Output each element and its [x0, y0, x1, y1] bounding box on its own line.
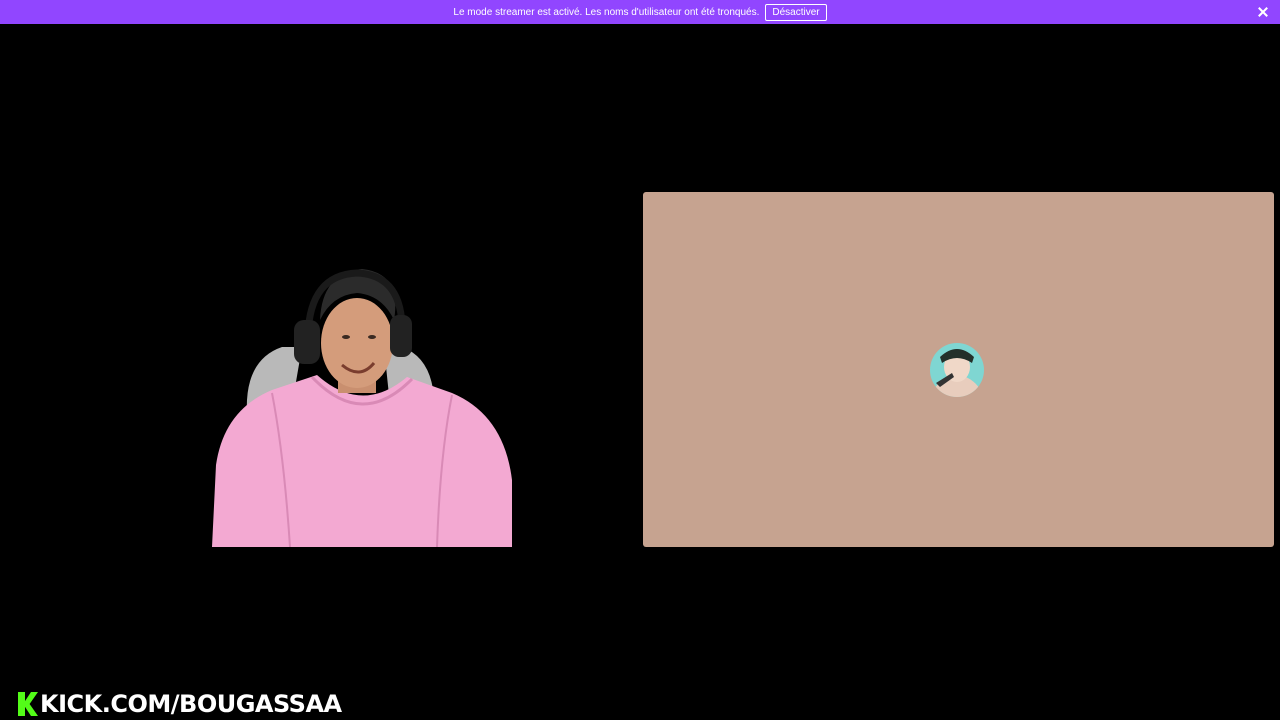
close-icon[interactable]: [1256, 5, 1270, 19]
banner-message: Le mode streamer est activé. Les noms d'…: [453, 6, 760, 18]
avatar: [930, 343, 984, 397]
screen-share-panel: [643, 192, 1274, 547]
streamer-mode-banner: Le mode streamer est activé. Les noms d'…: [0, 0, 1280, 24]
watermark-text: KICK.COM/BOUGASSAA: [40, 690, 342, 718]
deactivate-button[interactable]: Désactiver: [765, 3, 827, 21]
kick-logo-icon: [18, 692, 38, 716]
streamer-webcam: [212, 269, 512, 547]
channel-watermark: KICK.COM/BOUGASSAA: [18, 690, 342, 718]
